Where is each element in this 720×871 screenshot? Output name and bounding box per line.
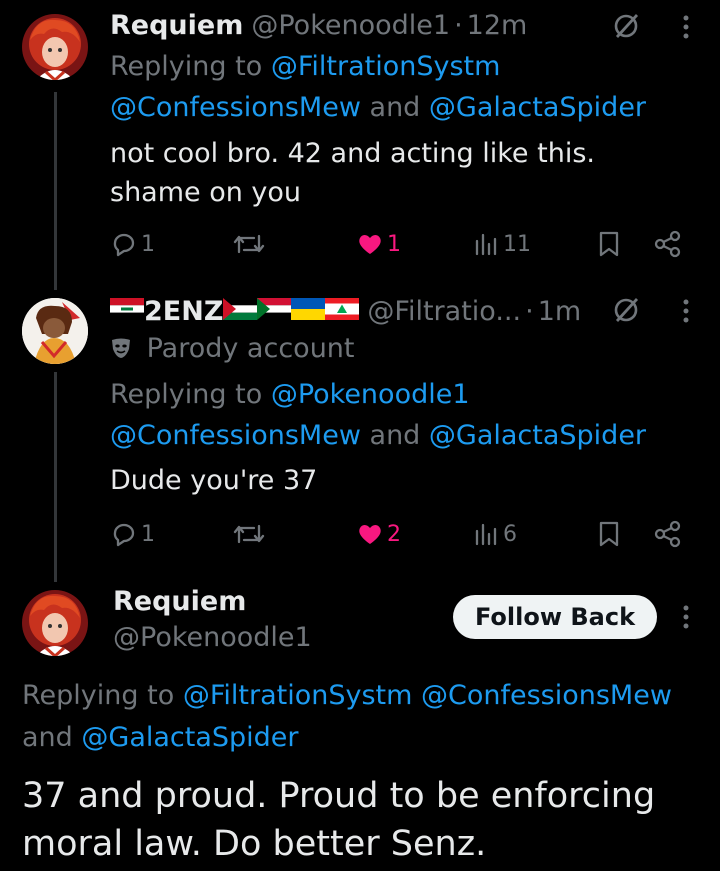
share-icon — [653, 230, 683, 258]
tweet-header: 2ENZ @Filtratio... · 1m — [110, 292, 581, 330]
retweet-icon — [232, 520, 266, 548]
reply-button[interactable]: 1 — [110, 516, 155, 552]
more-icon[interactable] — [682, 14, 690, 44]
tweet-header: Requiem @Pokenoodle1 · 12m — [110, 6, 527, 44]
reply-button[interactable]: 1 — [110, 226, 155, 262]
mention-link[interactable]: @Pokenoodle1 — [271, 379, 470, 410]
retweet-button[interactable] — [232, 516, 266, 552]
mention-link[interactable]: @FiltrationSystm — [271, 51, 501, 82]
lebanon-flag-icon — [325, 296, 360, 327]
replying-prefix: Replying to — [110, 379, 271, 410]
display-name[interactable]: Requiem — [110, 10, 243, 41]
replying-to-continued: @ConfessionsMew and @GalactaSpider — [110, 87, 646, 128]
mention-link[interactable]: @FiltrationSystm — [183, 680, 413, 711]
like-count: 2 — [387, 521, 401, 547]
heart-icon — [356, 520, 384, 548]
follow-back-button[interactable]: Follow Back — [453, 595, 657, 639]
retweet-button[interactable] — [232, 226, 266, 262]
replying-prefix: Replying to — [22, 680, 183, 711]
tweet-text: Dude you're 37 — [110, 465, 318, 496]
reply-count: 1 — [141, 231, 155, 257]
more-icon[interactable] — [682, 298, 690, 328]
tweet-text: not cool bro. 42 and acting like this. — [110, 138, 595, 169]
tweet[interactable]: 2ENZ @Filtratio... · 1m Parody account R… — [0, 290, 720, 560]
replying-to: Replying to @Pokenoodle1 — [110, 374, 470, 415]
and-text: and — [360, 420, 429, 451]
views-button[interactable]: 11 — [474, 226, 531, 262]
more-icon[interactable] — [682, 604, 690, 634]
like-button[interactable]: 1 — [356, 226, 401, 262]
replying-to: Replying to @FiltrationSystm — [110, 46, 500, 87]
replying-to-continued: @ConfessionsMew and @GalactaSpider — [110, 415, 646, 456]
heart-icon — [356, 230, 384, 258]
timestamp[interactable]: 12m — [467, 10, 528, 41]
bookmark-icon — [597, 520, 621, 548]
bookmark-button[interactable] — [597, 226, 621, 262]
user-handle[interactable]: @Pokenoodle1 — [251, 10, 450, 41]
ukraine-flag-icon — [291, 296, 326, 327]
timestamp[interactable]: 1m — [538, 296, 581, 327]
views-icon — [474, 521, 500, 547]
replying-to: Replying to @FiltrationSystm @Confession… — [22, 675, 672, 717]
separator-dot: · — [454, 9, 463, 41]
views-button[interactable]: 6 — [474, 516, 517, 552]
reply-count: 1 — [141, 521, 155, 547]
tweet-text: shame on you — [110, 177, 302, 208]
parody-label: Parody account — [110, 328, 355, 369]
bookmark-icon — [597, 230, 621, 258]
view-count: 6 — [503, 521, 517, 547]
reply-icon — [110, 230, 138, 258]
main-tweet-handle[interactable]: @Pokenoodle1 — [113, 622, 312, 653]
mention-link[interactable]: @GalactaSpider — [81, 722, 298, 753]
sudan-flag-icon — [257, 296, 292, 327]
replying-to-continued: and @GalactaSpider — [22, 717, 299, 759]
view-count: 11 — [503, 231, 531, 257]
and-text: and — [22, 722, 82, 753]
reply-icon — [110, 520, 138, 548]
avatar[interactable] — [22, 590, 88, 656]
main-tweet-name[interactable]: Requiem — [113, 586, 246, 617]
tweet-text: moral law. Do better Senz. — [22, 824, 487, 864]
grok-icon[interactable] — [612, 296, 640, 328]
share-icon — [653, 520, 683, 548]
palestine-flag-icon — [223, 296, 258, 327]
user-handle[interactable]: @Filtratio... — [367, 296, 521, 327]
separator-dot: · — [525, 295, 534, 327]
mention-link[interactable]: @ConfessionsMew — [421, 680, 672, 711]
action-bar: 1 2 6 — [110, 516, 690, 552]
bookmark-button[interactable] — [597, 516, 621, 552]
display-name[interactable]: 2ENZ — [144, 296, 223, 327]
tweet[interactable]: Requiem @Pokenoodle1 · 12m Replying to @… — [0, 6, 720, 276]
views-icon — [474, 231, 500, 257]
parody-text: Parody account — [146, 333, 355, 364]
share-button[interactable] — [653, 516, 683, 552]
and-text: and — [360, 92, 429, 123]
mention-link[interactable]: @GalactaSpider — [429, 92, 646, 123]
like-button[interactable]: 2 — [356, 516, 401, 552]
grok-icon[interactable] — [612, 12, 640, 44]
retweet-icon — [232, 230, 266, 258]
action-bar: 1 1 11 — [110, 226, 690, 262]
mention-link[interactable]: @ConfessionsMew — [110, 92, 361, 123]
iraq-flag-icon — [110, 296, 144, 327]
replying-prefix: Replying to — [110, 51, 271, 82]
mention-link[interactable]: @GalactaSpider — [429, 420, 646, 451]
tweet-text: 37 and proud. Proud to be enforcing — [22, 776, 656, 816]
parody-mask-icon — [110, 333, 132, 364]
share-button[interactable] — [653, 226, 683, 262]
mention-link[interactable]: @ConfessionsMew — [110, 420, 361, 451]
like-count: 1 — [387, 231, 401, 257]
